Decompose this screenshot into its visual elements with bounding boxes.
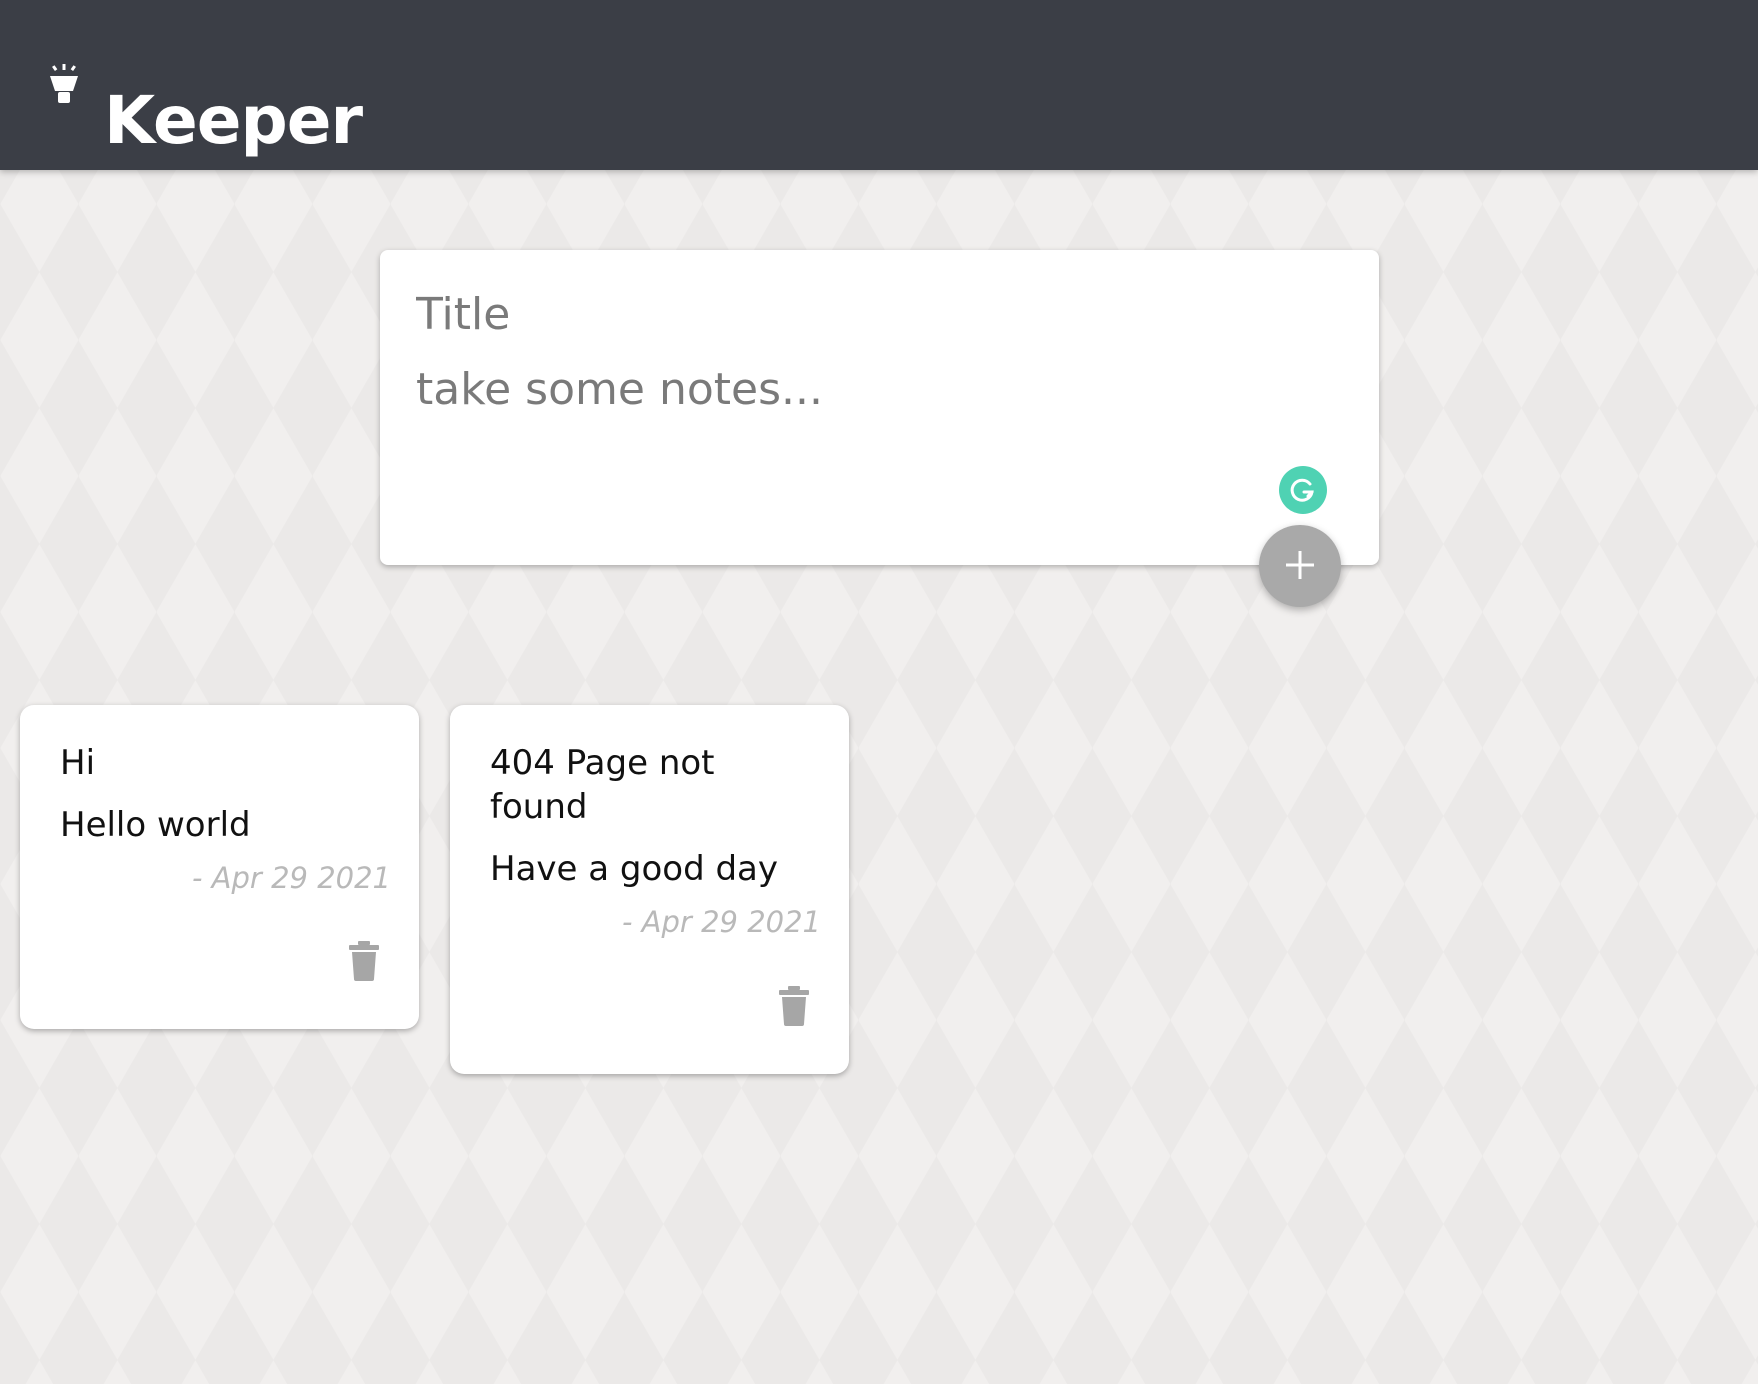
lightbulb-icon <box>44 64 84 108</box>
app-title: Keeper <box>104 82 363 160</box>
note-title: Hi <box>60 743 96 783</box>
note-card: 404 Page not found Have a good day - Apr… <box>450 705 849 1074</box>
note-content: Hello world <box>60 805 251 845</box>
delete-note-button[interactable] <box>347 941 381 981</box>
delete-note-button[interactable] <box>777 986 811 1026</box>
note-content-input[interactable] <box>416 362 1316 462</box>
create-note-form <box>380 250 1379 565</box>
note-date: - Apr 29 2021 <box>192 861 391 895</box>
trash-icon <box>777 986 811 1029</box>
note-title: 404 Page not found <box>490 743 715 827</box>
app-header: Keeper <box>0 0 1758 170</box>
plus-icon <box>1284 549 1316 584</box>
note-content: Have a good day <box>490 849 779 889</box>
title-input[interactable] <box>416 286 1316 342</box>
note-date: - Apr 29 2021 <box>622 905 821 939</box>
add-note-button[interactable] <box>1259 525 1341 607</box>
note-card: Hi Hello world - Apr 29 2021 <box>20 705 419 1029</box>
grammarly-icon[interactable] <box>1279 466 1327 514</box>
trash-icon <box>347 941 381 984</box>
